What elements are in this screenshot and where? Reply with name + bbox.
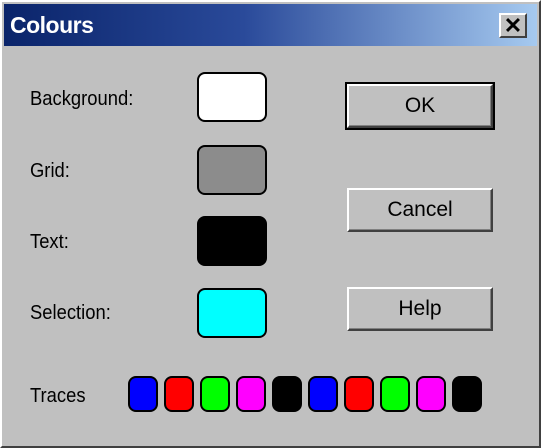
trace-color-swatch-2[interactable] xyxy=(164,376,194,412)
trace-color-swatch-3[interactable] xyxy=(200,376,230,412)
trace-color-swatch-6[interactable] xyxy=(308,376,338,412)
close-button[interactable]: ✕ xyxy=(499,13,527,38)
trace-color-swatch-4[interactable] xyxy=(236,376,266,412)
background-label: Background: xyxy=(30,88,134,110)
colours-dialog: Colours ✕ Background: Grid: Text: Select… xyxy=(0,0,541,448)
dialog-title: Colours xyxy=(10,12,94,38)
text-label: Text: xyxy=(30,231,69,253)
traces-label: Traces xyxy=(30,385,86,407)
help-button[interactable]: Help xyxy=(347,287,493,331)
grid-label: Grid: xyxy=(30,160,70,182)
close-icon: ✕ xyxy=(503,12,523,38)
background-color-swatch[interactable] xyxy=(197,72,267,122)
cancel-button[interactable]: Cancel xyxy=(347,188,493,232)
trace-color-swatch-7[interactable] xyxy=(344,376,374,412)
trace-color-swatch-8[interactable] xyxy=(380,376,410,412)
title-bar[interactable]: Colours ✕ xyxy=(4,4,537,46)
selection-label: Selection: xyxy=(30,302,111,324)
ok-button[interactable]: OK xyxy=(345,82,495,130)
selection-color-swatch[interactable] xyxy=(197,288,267,338)
trace-color-swatch-1[interactable] xyxy=(128,376,158,412)
trace-color-swatch-10[interactable] xyxy=(452,376,482,412)
grid-color-swatch[interactable] xyxy=(197,145,267,195)
trace-color-swatch-5[interactable] xyxy=(272,376,302,412)
trace-color-swatch-9[interactable] xyxy=(416,376,446,412)
text-color-swatch[interactable] xyxy=(197,216,267,266)
